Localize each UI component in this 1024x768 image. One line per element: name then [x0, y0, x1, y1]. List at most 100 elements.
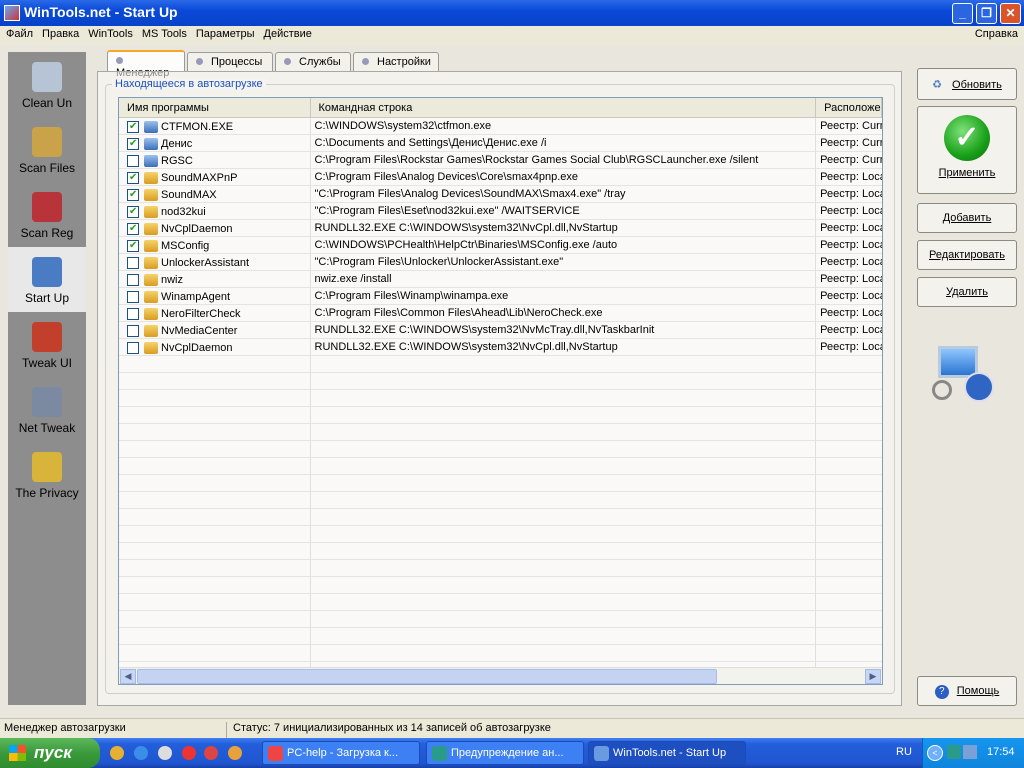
network-icon[interactable] — [963, 745, 977, 759]
column-header-command[interactable]: Командная строка — [311, 98, 817, 117]
sidebar-item-label: Net Tweak — [18, 421, 76, 435]
sidebar-item-start-up[interactable]: Start Up — [8, 247, 86, 312]
menu-item[interactable]: Файл — [6, 28, 33, 40]
table-row[interactable]: nwiz nwiz.exe /install Реестр: Loca — [119, 271, 882, 288]
folder-icon — [144, 325, 158, 337]
computer-search-icon — [930, 342, 1000, 412]
task-warning[interactable]: Предупреждение ан... — [426, 741, 584, 765]
table-row[interactable]: NvMediaCenter RUNDLL32.EXE C:\WINDOWS\sys… — [119, 322, 882, 339]
language-indicator[interactable]: RU — [896, 746, 912, 758]
table-row[interactable]: NvCplDaemon RUNDLL32.EXE C:\WINDOWS\syste… — [119, 220, 882, 237]
sidebar-item-tweak-ui[interactable]: Tweak UI — [8, 312, 86, 377]
empty-row — [119, 577, 882, 594]
menu-item[interactable]: Действие — [264, 28, 312, 40]
apply-button[interactable]: ✓ Применить — [917, 106, 1017, 194]
tab-bullet-icon — [284, 58, 291, 65]
tab-2[interactable]: Службы — [275, 52, 351, 71]
row-checkbox[interactable] — [127, 274, 139, 286]
table-row[interactable]: Денис C:\Documents and Settings\Денис\Ден… — [119, 135, 882, 152]
table-row[interactable]: CTFMON.EXE C:\WINDOWS\system32\ctfmon.exe… — [119, 118, 882, 135]
scroll-thumb[interactable] — [137, 669, 717, 684]
menu-item[interactable]: MS Tools — [142, 28, 187, 40]
task-pc-help[interactable]: PC-help - Загрузка к... — [262, 741, 420, 765]
sidebar-item-clean-un[interactable]: Clean Un — [8, 52, 86, 117]
row-checkbox[interactable] — [127, 172, 139, 184]
minimize-button[interactable]: _ — [952, 3, 973, 24]
tab-1[interactable]: Процессы — [187, 52, 273, 71]
task-wintools[interactable]: WinTools.net - Start Up — [588, 741, 746, 765]
tab-3[interactable]: Настройки — [353, 52, 439, 71]
status-bar: Менеджер автозагрузки Статус: 7 инициали… — [0, 718, 1024, 738]
sidebar-item-net-tweak[interactable]: Net Tweak — [8, 377, 86, 442]
empty-row — [119, 543, 882, 560]
row-checkbox[interactable] — [127, 257, 139, 269]
program-name: NvCplDaemon — [161, 223, 233, 235]
app-icon-quicklaunch[interactable] — [204, 746, 218, 760]
tab-0[interactable]: Менеджер — [107, 50, 185, 79]
edit-button[interactable]: Редактировать — [917, 240, 1017, 270]
scroll-right-button[interactable]: ▶ — [865, 669, 881, 684]
menu-help[interactable]: Справка — [975, 28, 1018, 40]
delete-button[interactable]: Удалить — [917, 277, 1017, 307]
table-row[interactable]: NvCplDaemon RUNDLL32.EXE C:\WINDOWS\syste… — [119, 339, 882, 356]
task-label: PC-help - Загрузка к... — [287, 747, 399, 759]
menu-item[interactable]: WinTools — [88, 28, 133, 40]
row-checkbox[interactable] — [127, 291, 139, 303]
quicklaunch-icon[interactable] — [110, 746, 124, 760]
tray-expand-icon[interactable]: < — [927, 745, 943, 761]
command-line: "C:\Program Files\Unlocker\UnlockerAssis… — [311, 254, 817, 270]
sidebar-item-scan-files[interactable]: Scan Files — [8, 117, 86, 182]
command-line: "C:\Program Files\Eset\nod32kui.exe" /WA… — [311, 203, 817, 219]
winamp-icon[interactable] — [228, 746, 242, 760]
row-checkbox[interactable] — [127, 308, 139, 320]
start-button[interactable]: пуск — [0, 738, 100, 768]
column-header-name[interactable]: Имя программы — [119, 98, 311, 117]
help-button[interactable]: ? Помощь — [917, 676, 1017, 706]
table-row[interactable]: SoundMAXPnP C:\Program Files\Analog Devic… — [119, 169, 882, 186]
table-row[interactable]: WinampAgent C:\Program Files\Winamp\winam… — [119, 288, 882, 305]
refresh-button[interactable]: ♻ Обновить — [917, 68, 1017, 100]
media-player-icon[interactable] — [158, 746, 172, 760]
table-row[interactable]: SoundMAX "C:\Program Files\Analog Devices… — [119, 186, 882, 203]
tab-bullet-icon — [196, 58, 203, 65]
scroll-left-button[interactable]: ◀ — [120, 669, 136, 684]
menu-item[interactable]: Параметры — [196, 28, 255, 40]
row-checkbox[interactable] — [127, 155, 139, 167]
horizontal-scrollbar[interactable]: ◀ ▶ — [119, 667, 882, 684]
tray-icon[interactable] — [947, 745, 961, 759]
location: Реестр: Loca — [820, 256, 882, 268]
row-checkbox[interactable] — [127, 240, 139, 252]
tweak-ui-icon — [32, 322, 62, 352]
table-row[interactable]: RGSC C:\Program Files\Rockstar Games\Rock… — [119, 152, 882, 169]
add-button[interactable]: Добавить — [917, 203, 1017, 233]
row-checkbox[interactable] — [127, 138, 139, 150]
sidebar-item-the-privacy[interactable]: The Privacy — [8, 442, 86, 507]
table-row[interactable]: NeroFilterCheck C:\Program Files\Common F… — [119, 305, 882, 322]
table-row[interactable]: MSConfig C:\WINDOWS\PCHealth\HelpCtr\Bina… — [119, 237, 882, 254]
row-checkbox[interactable] — [127, 325, 139, 337]
row-checkbox[interactable] — [127, 342, 139, 354]
table-row[interactable]: UnlockerAssistant "C:\Program Files\Unloc… — [119, 254, 882, 271]
maximize-button[interactable]: ❐ — [976, 3, 997, 24]
location: Реестр: Loca — [820, 341, 882, 353]
row-checkbox[interactable] — [127, 206, 139, 218]
status-left: Менеджер автозагрузки — [4, 722, 126, 734]
clock[interactable]: 17:54 — [987, 746, 1015, 758]
privacy-key-icon — [32, 452, 62, 482]
row-checkbox[interactable] — [127, 223, 139, 235]
help-icon: ? — [934, 685, 949, 699]
empty-row — [119, 526, 882, 543]
close-button[interactable]: ✕ — [1000, 3, 1021, 24]
column-header-location[interactable]: Расположен — [816, 98, 882, 117]
opera-icon[interactable] — [182, 746, 196, 760]
row-checkbox[interactable] — [127, 121, 139, 133]
empty-row — [119, 424, 882, 441]
table-row[interactable]: nod32kui "C:\Program Files\Eset\nod32kui.… — [119, 203, 882, 220]
row-checkbox[interactable] — [127, 189, 139, 201]
sidebar-item-scan-reg[interactable]: Scan Reg — [8, 182, 86, 247]
ie-icon[interactable] — [134, 746, 148, 760]
help-label: Помощь — [956, 685, 1000, 697]
refresh-label: Обновить — [952, 79, 1002, 91]
menu-item[interactable]: Правка — [42, 28, 79, 40]
title-bar: WinTools.net - Start Up — [0, 0, 1024, 26]
